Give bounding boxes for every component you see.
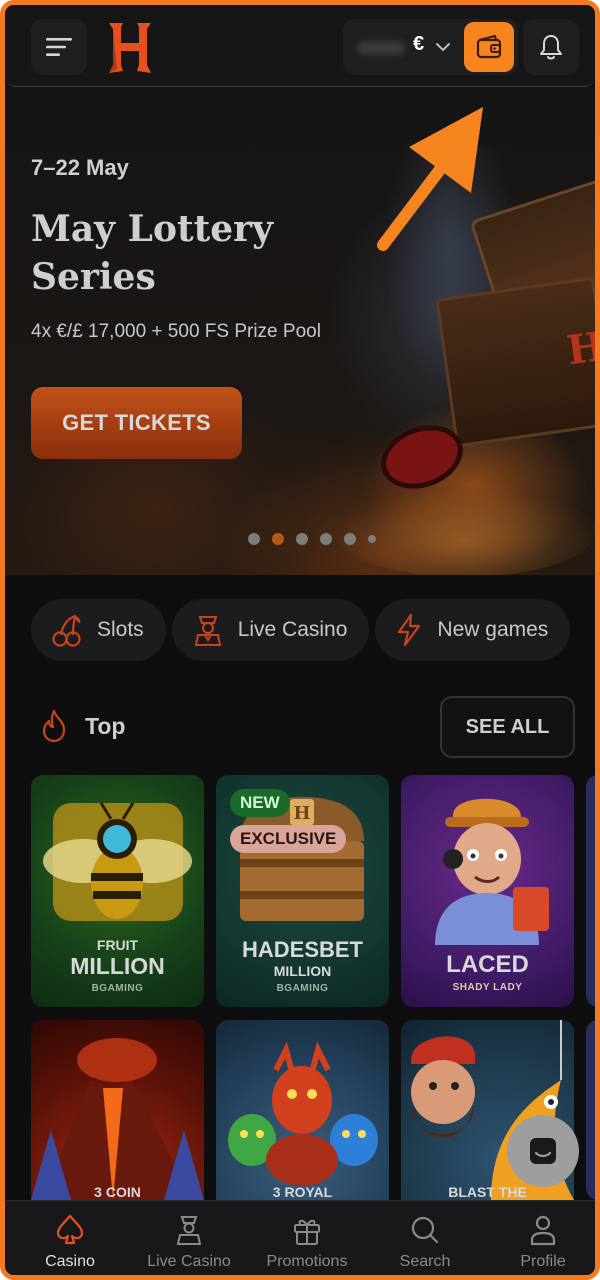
- category-label: Slots: [97, 618, 144, 641]
- game-name-top: FRUIT: [96, 937, 139, 953]
- promo-date: 7–22 May: [31, 155, 129, 180]
- game-tile-hadesbet-million[interactable]: H NEW EXCLUSIVE HADESBET MILLION BGAMING: [216, 775, 389, 1007]
- category-slots[interactable]: Slots: [31, 599, 166, 661]
- hadesbet-logo[interactable]: [105, 17, 155, 77]
- nav-casino[interactable]: Casino: [15, 1213, 125, 1271]
- chevron-down-icon: [436, 43, 450, 52]
- chat-icon: [530, 1138, 556, 1164]
- nav-promotions[interactable]: Promotions: [252, 1213, 362, 1271]
- currency-symbol: €: [413, 33, 425, 55]
- game-tile-fruit-million[interactable]: FRUIT MILLION BGAMING: [31, 775, 204, 1007]
- category-label: New games: [437, 618, 549, 641]
- spade-icon: [56, 1214, 84, 1245]
- bottom-navigation: Casino Live Casino Promotions Search Pro…: [5, 1200, 595, 1275]
- game-provider: BGAMING: [276, 983, 329, 994]
- game-name: MILLION: [70, 953, 165, 979]
- dealer-icon: [194, 616, 221, 646]
- top-games-header: Top SEE ALL: [35, 696, 580, 759]
- game-tile-laced[interactable]: LACED SHADY LADY: [401, 775, 574, 1007]
- support-chat-button[interactable]: [507, 1115, 579, 1187]
- cherries-icon: [52, 614, 81, 647]
- game-name: 3 ROYAL: [272, 1184, 333, 1200]
- top-header: €: [5, 5, 595, 87]
- fire-icon: [42, 709, 66, 743]
- game-tile-partial[interactable]: [586, 775, 595, 1007]
- bell-icon: [540, 35, 562, 60]
- get-tickets-button[interactable]: GET TICKETS: [31, 387, 242, 459]
- nav-live-casino[interactable]: Live Casino: [134, 1213, 244, 1271]
- dragons-artwork: [228, 1041, 378, 1186]
- game-name: LACED: [446, 951, 529, 978]
- nav-label: Promotions: [266, 1253, 348, 1270]
- carousel-dot[interactable]: [248, 533, 260, 545]
- game-name: HADESBET: [241, 937, 363, 962]
- wallet-icon: [476, 35, 502, 59]
- app-frame: € H 7–22 May May Lottery Series 4x €/£ 1…: [0, 0, 600, 1280]
- game-tile-partial[interactable]: [586, 1020, 595, 1200]
- notifications-button[interactable]: [523, 19, 579, 75]
- annotation-arrow-icon: [377, 107, 483, 251]
- nav-label: Search: [399, 1253, 451, 1270]
- see-all-button[interactable]: SEE ALL: [440, 696, 575, 758]
- carousel-dot[interactable]: [320, 533, 332, 545]
- game-provider: SHADY LADY: [452, 982, 523, 993]
- carousel-dot[interactable]: [344, 533, 356, 545]
- category-live-casino[interactable]: Live Casino: [171, 599, 370, 661]
- chest-logo: H: [563, 322, 595, 375]
- user-icon: [530, 1215, 556, 1246]
- wallet-button[interactable]: [464, 22, 514, 72]
- volcano-artwork: [31, 1038, 204, 1200]
- svg-text:H: H: [293, 803, 310, 824]
- carousel-dot[interactable]: [296, 533, 308, 545]
- exclusive-badge: EXCLUSIVE: [230, 825, 347, 853]
- character-artwork: [435, 798, 549, 945]
- nav-label: Profile: [520, 1253, 566, 1270]
- promo-banner[interactable]: H 7–22 May May Lottery Series 4x €/£ 17,…: [5, 87, 595, 575]
- carousel-dot[interactable]: [368, 535, 376, 543]
- nav-search[interactable]: Search: [370, 1213, 480, 1271]
- game-name: 3 COIN: [94, 1184, 141, 1200]
- game-name-sub: MILLION: [273, 963, 332, 979]
- category-new-games[interactable]: New games: [375, 599, 571, 661]
- promo-subtitle: 4x €/£ 17,000 + 500 FS Prize Pool: [31, 321, 321, 342]
- new-badge: NEW: [230, 789, 290, 817]
- promo-title: May Lottery Series: [31, 208, 273, 298]
- bee-artwork: [43, 802, 192, 921]
- nav-label: Casino: [45, 1253, 95, 1270]
- section-title: Top: [85, 713, 126, 739]
- lightning-icon: [398, 613, 421, 647]
- search-icon: [411, 1216, 439, 1244]
- balance-amount-hidden: [357, 41, 405, 55]
- dealer-icon: [176, 1216, 202, 1245]
- carousel-dots: [248, 533, 376, 545]
- category-chips: Slots Live Casino New games: [31, 599, 571, 661]
- menu-icon: [46, 38, 72, 56]
- gift-icon: [294, 1219, 320, 1245]
- menu-button[interactable]: [31, 19, 87, 75]
- nav-label: Live Casino: [147, 1253, 231, 1270]
- coins-illustration: [335, 487, 595, 575]
- category-label: Live Casino: [237, 618, 348, 641]
- game-provider: BGAMING: [91, 983, 144, 994]
- nav-profile[interactable]: Profile: [488, 1213, 595, 1271]
- carousel-dot-active[interactable]: [272, 533, 284, 545]
